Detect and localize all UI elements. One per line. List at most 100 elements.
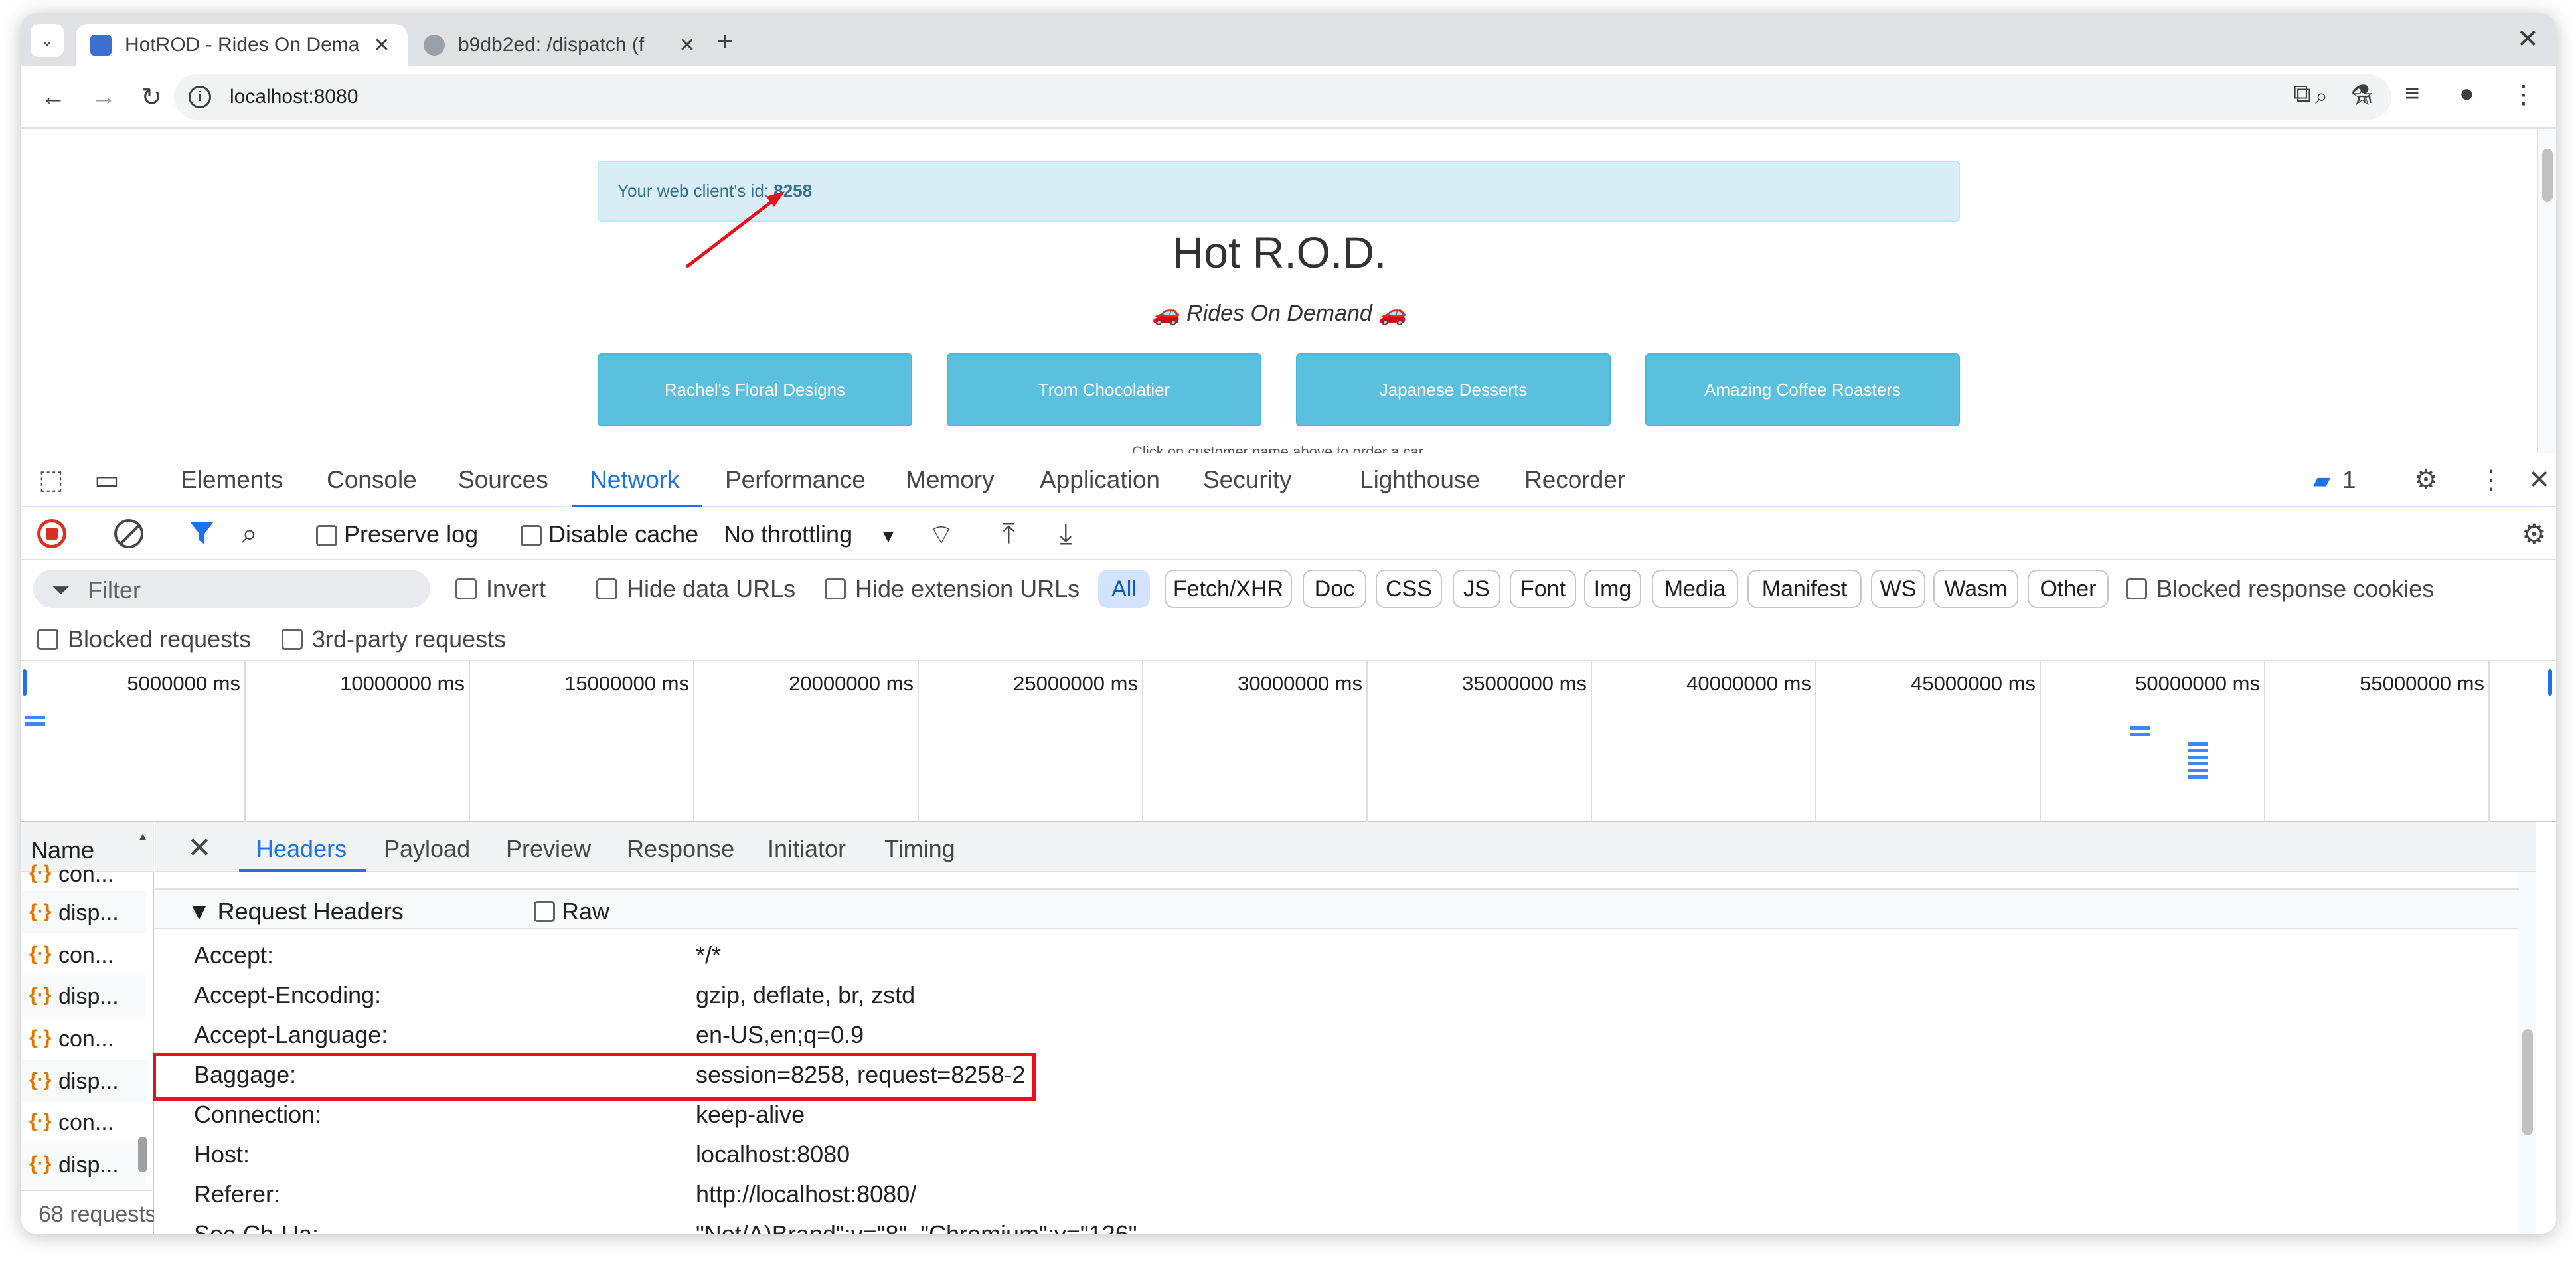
checkbox-icon[interactable] — [37, 629, 58, 650]
throttling-select[interactable]: No throttling ▼ — [724, 520, 898, 548]
request-row[interactable]: {·}con... — [21, 1101, 146, 1143]
overview-right-handle[interactable] — [2548, 669, 2552, 696]
window-close-icon[interactable]: ✕ — [2516, 24, 2539, 54]
checkbox-icon[interactable] — [2126, 578, 2147, 599]
device-toolbar-icon[interactable]: ▭ — [94, 465, 120, 495]
tab-dispatch[interactable]: b9db2ed: /dispatch (f ✕ — [409, 24, 713, 66]
page-scrollbar-thumb[interactable] — [2542, 149, 2553, 202]
zoom-icon[interactable]: ⌕ — [2315, 84, 2328, 110]
detail-tab-timing[interactable]: Timing — [884, 835, 955, 863]
devtools-tab-performance[interactable]: Performance — [725, 466, 866, 494]
filter-input[interactable]: ⏷ Filter — [33, 570, 430, 608]
network-overview[interactable]: 5000000 ms 10000000 ms 15000000 ms 20000… — [21, 661, 2556, 822]
checkbox-icon[interactable] — [534, 901, 555, 922]
devtools-tab-sources[interactable]: Sources — [458, 466, 548, 494]
filter-funnel-icon[interactable] — [187, 518, 216, 547]
detail-tab-payload[interactable]: Payload — [384, 835, 470, 863]
devtools-tab-lighthouse[interactable]: Lighthouse — [1360, 466, 1480, 494]
network-conditions-icon[interactable]: ⌔ — [928, 518, 954, 553]
browser-menu-icon[interactable]: ⋮ — [2511, 80, 2536, 110]
type-filter-other[interactable]: Other — [2028, 570, 2109, 608]
extensions-icon[interactable]: ⧉ — [2293, 80, 2311, 108]
checkbox-icon[interactable] — [455, 578, 477, 599]
devtools-tab-network[interactable]: Network — [590, 466, 680, 494]
media-queue-icon[interactable]: ≡ — [2405, 80, 2419, 108]
request-row[interactable]: {·}disp... — [21, 1143, 146, 1186]
third-party-checkbox[interactable]: 3rd-party requests — [282, 625, 506, 653]
close-detail-icon[interactable]: ✕ — [187, 831, 212, 865]
checkbox-icon[interactable] — [825, 578, 846, 599]
devtools-tab-memory[interactable]: Memory — [906, 466, 995, 494]
import-har-icon[interactable]: ⤒ — [1003, 518, 1015, 550]
address-url[interactable]: localhost:8080 — [230, 86, 358, 108]
labs-flask-icon[interactable]: ⚗ — [2350, 80, 2373, 110]
type-filter-media[interactable]: Media — [1652, 570, 1738, 608]
stop-recording-icon[interactable] — [37, 519, 66, 548]
search-icon[interactable]: ⌕ — [242, 518, 258, 550]
issues-count[interactable]: 1 — [2342, 466, 2356, 494]
checkbox-icon[interactable] — [596, 578, 617, 599]
type-filter-fetch-xhr[interactable]: Fetch/XHR — [1165, 570, 1292, 608]
tab-search-button[interactable]: ⌄ — [31, 24, 64, 57]
disable-cache-checkbox[interactable]: Disable cache — [521, 520, 698, 548]
issues-icon[interactable]: ▰ — [2313, 467, 2330, 494]
request-row[interactable]: {·}disp... — [21, 891, 146, 933]
request-row[interactable]: {·}con... — [21, 933, 146, 976]
type-filter-wasm[interactable]: Wasm — [1933, 570, 2018, 608]
detail-tab-preview[interactable]: Preview — [506, 835, 591, 863]
devtools-menu-icon[interactable]: ⋮ — [2478, 465, 2504, 495]
devtools-tab-security[interactable]: Security — [1203, 466, 1292, 494]
devtools-tab-recorder[interactable]: Recorder — [1524, 466, 1625, 494]
network-settings-icon[interactable]: ⚙ — [2522, 518, 2547, 550]
clear-log-icon[interactable] — [114, 519, 143, 548]
type-filter-all[interactable]: All — [1098, 570, 1150, 608]
request-row[interactable]: {·}disp... — [21, 975, 146, 1017]
page-scrollbar[interactable] — [2537, 129, 2556, 453]
tab-close-icon[interactable]: ✕ — [370, 34, 393, 57]
detail-tab-response[interactable]: Response — [627, 835, 734, 863]
type-filter-font[interactable]: Font — [1510, 570, 1576, 608]
request-row[interactable]: {·}con... — [21, 864, 146, 891]
invert-checkbox[interactable]: Invert — [455, 575, 546, 603]
detail-tab-headers[interactable]: Headers — [256, 835, 347, 863]
checkbox-icon[interactable] — [521, 525, 542, 546]
type-filter-css[interactable]: CSS — [1376, 570, 1442, 608]
type-filter-manifest[interactable]: Manifest — [1747, 570, 1862, 608]
hide-extension-urls-checkbox[interactable]: Hide extension URLs — [825, 575, 1080, 603]
detail-scrollbar[interactable] — [2519, 872, 2536, 1234]
preserve-log-checkbox[interactable]: Preserve log — [316, 520, 478, 548]
request-row[interactable]: {·}disp... — [21, 1060, 146, 1102]
detail-scrollbar-thumb[interactable] — [2522, 1029, 2533, 1135]
devtools-tab-console[interactable]: Console — [327, 466, 417, 494]
name-scrollbar[interactable] — [135, 872, 150, 1190]
type-filter-doc[interactable]: Doc — [1303, 570, 1366, 608]
type-filter-ws[interactable]: WS — [1871, 570, 1925, 608]
devtools-close-icon[interactable]: ✕ — [2528, 465, 2551, 495]
checkbox-icon[interactable] — [316, 525, 337, 546]
request-headers-title[interactable]: ▼ Request Headers — [187, 898, 404, 925]
forward-icon[interactable]: → — [86, 80, 121, 114]
inspect-element-icon[interactable]: ⬚ — [39, 465, 64, 495]
overview-left-handle[interactable] — [23, 669, 27, 696]
request-headers-section[interactable]: ▼ Request Headers Raw — [155, 888, 2536, 929]
devtools-tab-application[interactable]: Application — [1040, 466, 1160, 494]
checkbox-icon[interactable] — [282, 629, 303, 650]
new-tab-icon[interactable]: + — [717, 25, 734, 57]
back-icon[interactable]: ← — [36, 80, 70, 114]
tab-hotrod[interactable]: HotROD - Rides On Demand ✕ — [76, 24, 408, 66]
request-row[interactable]: {·}con... — [21, 1017, 146, 1060]
devtools-tab-elements[interactable]: Elements — [181, 466, 283, 494]
type-filter-img[interactable]: Img — [1584, 570, 1641, 608]
hide-data-urls-checkbox[interactable]: Hide data URLs — [596, 575, 795, 603]
type-filter-js[interactable]: JS — [1453, 570, 1500, 608]
address-bar[interactable]: i localhost:8080 ⌕ ☆ — [174, 74, 2391, 120]
name-scrollbar-thumb[interactable] — [138, 1137, 147, 1172]
detail-tab-initiator[interactable]: Initiator — [767, 835, 846, 863]
raw-checkbox[interactable]: Raw — [534, 898, 609, 925]
blocked-response-cookies-checkbox[interactable]: Blocked response cookies — [2126, 575, 2434, 603]
reload-icon[interactable]: ↻ — [134, 80, 169, 114]
tab-close-icon[interactable]: ✕ — [676, 34, 698, 57]
settings-gear-icon[interactable]: ⚙ — [2414, 465, 2438, 495]
blocked-requests-checkbox[interactable]: Blocked requests — [37, 625, 251, 653]
export-har-icon[interactable]: ⤓ — [1060, 518, 1072, 550]
